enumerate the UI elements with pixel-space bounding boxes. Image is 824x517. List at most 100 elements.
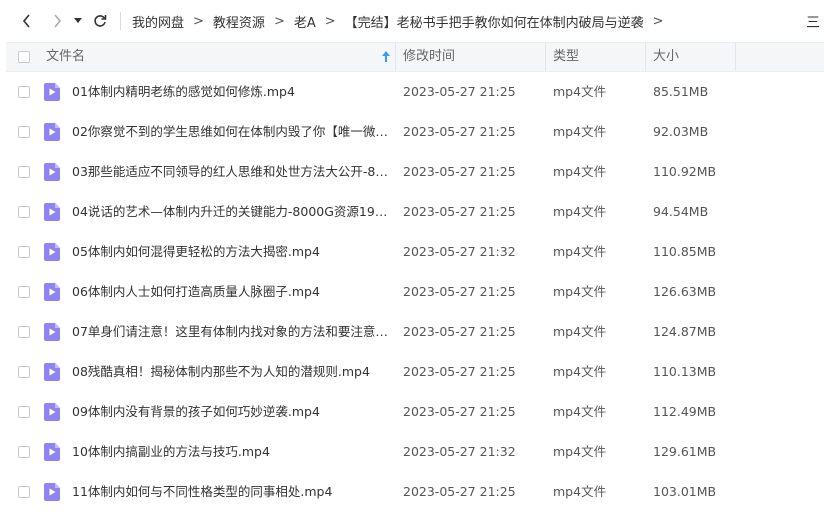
history-dropdown-button[interactable]: [70, 10, 86, 32]
file-size: 110.13MB: [653, 364, 717, 379]
row-checkbox[interactable]: [18, 286, 30, 298]
modified-time: 2023-05-27 21:25: [403, 124, 516, 139]
table-row[interactable]: 11体制内如何与不同性格类型的同事相处.mp4 2023-05-27 21:25 m…: [0, 472, 824, 512]
breadcrumb-separator: >: [273, 13, 285, 29]
file-name: 06体制内人士如何打造高质量人脉圈子.mp4: [72, 284, 320, 299]
file-name: 05体制内如何混得更轻松的方法大揭密.mp4: [72, 244, 320, 259]
column-divider: [735, 43, 736, 71]
row-checkbox[interactable]: [18, 126, 30, 138]
file-type: mp4文件: [553, 244, 607, 259]
file-size: 110.85MB: [653, 244, 717, 259]
header-name[interactable]: 文件名: [46, 43, 85, 71]
row-checkbox[interactable]: [18, 446, 30, 458]
toolbar: 我的网盘 > 教程资源 > 老A > 【完结】老秘书手把手教你如何在体制内破局与…: [0, 0, 824, 42]
modified-time: 2023-05-27 21:25: [403, 204, 516, 219]
modified-time: 2023-05-27 21:25: [403, 484, 516, 499]
file-name: 07单身们请注意！这里有体制内找对象的方法和要注意的…: [72, 324, 388, 339]
file-name: 02你察觉不到的学生思维如何在体制内毁了你【唯一微信…: [72, 124, 388, 139]
file-size: 124.87MB: [653, 324, 717, 339]
video-file-icon: [44, 203, 60, 221]
modified-time: 2023-05-27 21:25: [403, 404, 516, 419]
row-checkbox[interactable]: [18, 366, 30, 378]
file-name: 09体制内没有背景的孩子如何巧妙逆袭.mp4: [72, 404, 320, 419]
forward-button[interactable]: [46, 10, 68, 32]
video-file-icon: [44, 443, 60, 461]
file-type: mp4文件: [553, 124, 607, 139]
file-type: mp4文件: [553, 444, 607, 459]
breadcrumb-separator: >: [324, 13, 336, 29]
row-checkbox[interactable]: [18, 486, 30, 498]
table-row[interactable]: 09体制内没有背景的孩子如何巧妙逆袭.mp4 2023-05-27 21:25 mp…: [0, 392, 824, 432]
file-size: 126.63MB: [653, 284, 717, 299]
table-row[interactable]: 02你察觉不到的学生思维如何在体制内毁了你【唯一微信… 2023-05-27 21…: [0, 112, 824, 152]
back-button[interactable]: [16, 10, 38, 32]
video-file-icon: [44, 163, 60, 181]
modified-time: 2023-05-27 21:32: [403, 244, 516, 259]
file-size: 110.92MB: [653, 164, 717, 179]
select-all-checkbox[interactable]: [18, 51, 30, 63]
video-file-icon: [44, 323, 60, 341]
file-type: mp4文件: [553, 164, 607, 179]
breadcrumb-item-author[interactable]: 老A: [294, 12, 316, 31]
video-file-icon: [44, 243, 60, 261]
breadcrumb: 我的网盘 > 教程资源 > 老A > 【完结】老秘书手把手教你如何在体制内破局与…: [132, 10, 673, 32]
table-row[interactable]: 01体制内精明老练的感觉如何修炼.mp4 2023-05-27 21:25 mp4文…: [0, 72, 824, 112]
column-divider: [645, 43, 646, 71]
file-name: 11体制内如何与不同性格类型的同事相处.mp4: [72, 484, 333, 499]
video-file-icon: [44, 123, 60, 141]
table-row[interactable]: 06体制内人士如何打造高质量人脉圈子.mp4 2023-05-27 21:25 mp…: [0, 272, 824, 312]
file-type: mp4文件: [553, 284, 607, 299]
table-row[interactable]: 05体制内如何混得更轻松的方法大揭密.mp4 2023-05-27 21:32 mp…: [0, 232, 824, 272]
file-type: mp4文件: [553, 204, 607, 219]
refresh-button[interactable]: [89, 10, 111, 32]
caret-down-icon: [74, 18, 82, 23]
breadcrumb-item-current-folder[interactable]: 【完结】老秘书手把手教你如何在体制内破局与逆袭: [345, 12, 644, 31]
row-checkbox[interactable]: [18, 86, 30, 98]
header-type[interactable]: 类型: [553, 43, 579, 71]
video-file-icon: [44, 403, 60, 421]
modified-time: 2023-05-27 21:25: [403, 164, 516, 179]
video-file-icon: [44, 83, 60, 101]
file-type: mp4文件: [553, 84, 607, 99]
file-name: 01体制内精明老练的感觉如何修炼.mp4: [72, 84, 295, 99]
refresh-icon: [94, 15, 107, 27]
breadcrumb-item-tutorials[interactable]: 教程资源: [213, 12, 265, 31]
video-file-icon: [44, 283, 60, 301]
header-modified[interactable]: 修改时间: [403, 43, 455, 71]
video-file-icon: [44, 363, 60, 381]
row-checkbox[interactable]: [18, 166, 30, 178]
modified-time: 2023-05-27 21:25: [403, 324, 516, 339]
toolbar-divider: [120, 12, 121, 30]
file-size: 103.01MB: [653, 484, 717, 499]
list-menu-icon[interactable]: 三: [806, 12, 824, 31]
file-size: 85.51MB: [653, 84, 709, 99]
breadcrumb-separator: >: [193, 13, 204, 29]
sort-ascending-icon[interactable]: [380, 50, 392, 64]
modified-time: 2023-05-27 21:25: [403, 284, 516, 299]
column-divider: [395, 43, 396, 71]
row-checkbox[interactable]: [18, 326, 30, 338]
file-name: 10体制内搞副业的方法与技巧.mp4: [72, 444, 270, 459]
file-name: 03那些能适应不同领导的红人思维和处世方法大公开-800…: [72, 164, 388, 179]
file-size: 94.54MB: [653, 204, 709, 219]
table-row[interactable]: 07单身们请注意！这里有体制内找对象的方法和要注意的… 2023-05-27 21…: [0, 312, 824, 352]
file-size: 112.49MB: [653, 404, 717, 419]
file-size: 92.03MB: [653, 124, 709, 139]
row-checkbox[interactable]: [18, 406, 30, 418]
file-size: 129.61MB: [653, 444, 717, 459]
table-row[interactable]: 03那些能适应不同领导的红人思维和处世方法大公开-800… 2023-05-27 …: [0, 152, 824, 192]
modified-time: 2023-05-27 21:25: [403, 364, 516, 379]
table-row[interactable]: 08残酷真相！揭秘体制内那些不为人知的潜规则.mp4 2023-05-27 21:…: [0, 352, 824, 392]
chevron-right-icon: [54, 14, 62, 28]
video-file-icon: [44, 483, 60, 501]
breadcrumb-item-my-drive[interactable]: 我的网盘: [132, 12, 184, 31]
row-checkbox[interactable]: [18, 246, 30, 258]
header-size[interactable]: 大小: [653, 43, 679, 71]
file-name: 08残酷真相！揭秘体制内那些不为人知的潜规则.mp4: [72, 364, 370, 379]
file-type: mp4文件: [553, 324, 607, 339]
modified-time: 2023-05-27 21:25: [403, 84, 516, 99]
table-row[interactable]: 10体制内搞副业的方法与技巧.mp4 2023-05-27 21:32 mp4文件 1…: [0, 432, 824, 472]
file-type: mp4文件: [553, 364, 607, 379]
row-checkbox[interactable]: [18, 206, 30, 218]
table-row[interactable]: 04说话的艺术—体制内升迁的关键能力-8000G资源19.9… 2023-05-2…: [0, 192, 824, 232]
